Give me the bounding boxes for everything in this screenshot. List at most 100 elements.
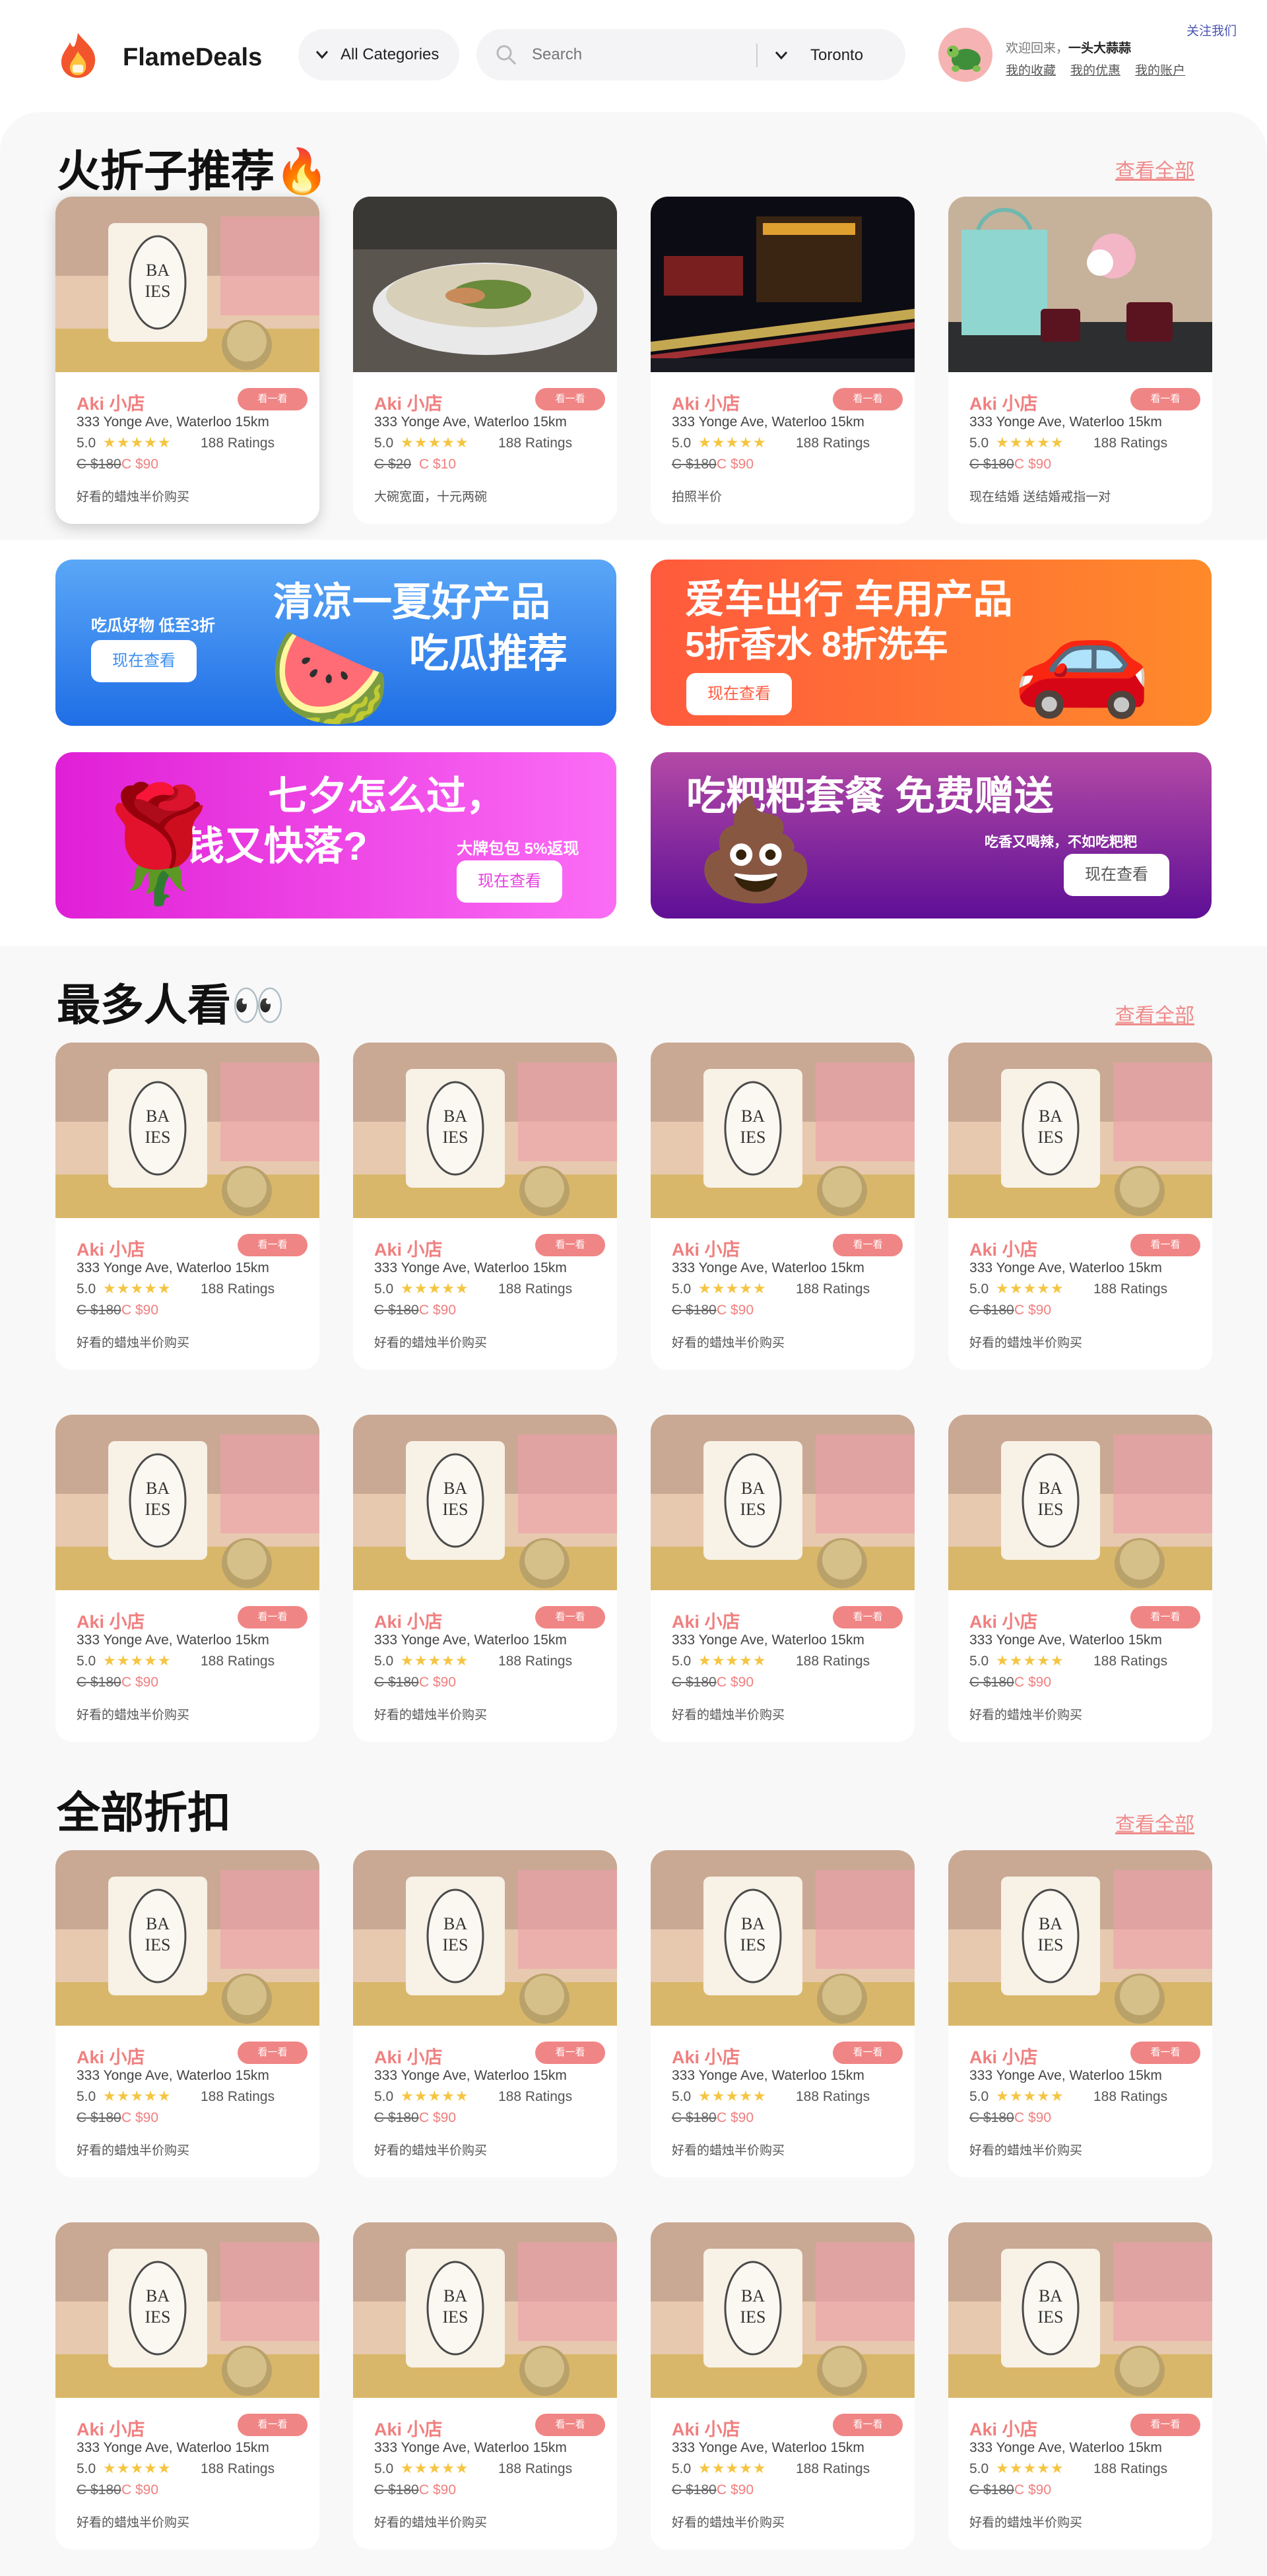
view-button[interactable]: 看一看 — [238, 1606, 308, 1628]
deal-card[interactable]: Aki 小店 看一看 333 Yonge Ave, Waterloo 15km 5.0… — [651, 197, 915, 524]
promo-headline-2: 吃瓜推荐 — [409, 631, 568, 676]
link-my-account[interactable]: 我的账户 — [1135, 61, 1185, 79]
store-name[interactable]: Aki 小店 — [77, 2043, 145, 2069]
search-input[interactable] — [532, 42, 750, 68]
site-header: FlameDeals All Categories Toronto 欢迎回来，一… — [0, 0, 1267, 112]
deal-image: BA IES — [948, 1850, 1212, 2026]
original-price: C $180 — [969, 2110, 1014, 2125]
all-deals-see-all-link[interactable]: 查看全部 — [1115, 1808, 1194, 1837]
location-select[interactable]: Toronto — [810, 46, 863, 65]
deal-card[interactable]: BA IES Aki 小店 看一看 333 Yonge Ave, Waterloo 15… — [55, 1850, 319, 2177]
promo-cta-button[interactable]: 现在查看 — [91, 640, 197, 682]
svg-text:BA: BA — [1039, 1107, 1062, 1126]
view-button[interactable]: 看一看 — [238, 388, 308, 410]
deal-description: 好看的蜡烛半价购买 — [77, 1336, 190, 1350]
store-name[interactable]: Aki 小店 — [374, 2415, 443, 2441]
view-button[interactable]: 看一看 — [833, 1606, 903, 1628]
view-button[interactable]: 看一看 — [535, 388, 605, 410]
original-price: C $180 — [672, 1675, 717, 1690]
store-name[interactable]: Aki 小店 — [672, 2043, 740, 2069]
svg-text:IES: IES — [740, 2307, 766, 2327]
view-button[interactable]: 看一看 — [535, 2042, 605, 2064]
deal-card[interactable]: BA IES Aki 小店 看一看 333 Yonge Ave, Waterloo 15… — [55, 1043, 319, 1370]
view-button[interactable]: 看一看 — [833, 1234, 903, 1256]
deal-image: BA IES — [353, 1850, 617, 2026]
view-button[interactable]: 看一看 — [1130, 388, 1200, 410]
view-button[interactable]: 看一看 — [535, 1234, 605, 1256]
promo-cta-button[interactable]: 现在查看 — [686, 673, 792, 715]
deal-card[interactable]: BA IES Aki 小店 看一看 333 Yonge Ave, Waterloo 15… — [55, 1415, 319, 1742]
deal-card[interactable]: BA IES Aki 小店 看一看 333 Yonge Ave, Waterloo 15… — [651, 1850, 915, 2177]
view-button[interactable]: 看一看 — [238, 2042, 308, 2064]
view-button[interactable]: 看一看 — [1130, 1234, 1200, 1256]
store-name[interactable]: Aki 小店 — [672, 389, 740, 415]
store-name[interactable]: Aki 小店 — [374, 1607, 443, 1633]
brand-name[interactable]: FlameDeals — [123, 44, 262, 72]
promo-poop[interactable]: 吃粑粑套餐 免费赠送 吃香又喝辣，不如吃粑粑 现在查看 💩 — [651, 752, 1212, 918]
turtle-icon — [947, 46, 981, 72]
deal-card[interactable]: BA IES Aki 小店 看一看 333 Yonge Ave, Waterloo 15… — [948, 2222, 1212, 2550]
promo-cta-button[interactable]: 现在查看 — [457, 860, 562, 903]
view-button[interactable]: 看一看 — [238, 1234, 308, 1256]
view-button[interactable]: 看一看 — [1130, 2414, 1200, 2436]
deal-card[interactable]: BA IES Aki 小店 看一看 333 Yonge Ave, Waterloo 15… — [651, 1415, 915, 1742]
rating-value: 5.0 — [77, 1654, 96, 1669]
deal-card[interactable]: BA IES Aki 小店 看一看 333 Yonge Ave, Waterloo 15… — [353, 2222, 617, 2550]
deal-card[interactable]: BA IES Aki 小店 看一看 333 Yonge Ave, Waterloo 15… — [651, 1043, 915, 1370]
promo-car[interactable]: 爱车出行 车用产品 5折香水 8折洗车 现在查看 🚗 — [651, 560, 1212, 726]
promo-watermelon[interactable]: 清凉一夏好产品 吃瓜推荐 吃瓜好物 低至3折 现在查看 🍉 — [55, 560, 616, 726]
view-button[interactable]: 看一看 — [833, 388, 903, 410]
store-name[interactable]: Aki 小店 — [969, 2043, 1038, 2069]
store-address: 333 Yonge Ave, Waterloo 15km — [77, 414, 269, 430]
deal-image: BA IES — [651, 2222, 915, 2398]
deal-image: BA IES — [948, 2222, 1212, 2398]
deal-card[interactable]: BA IES Aki 小店 看一看 333 Yonge Ave, Waterloo 15… — [353, 1415, 617, 1742]
deal-card[interactable]: BA IES Aki 小店 看一看 333 Yonge Ave, Waterloo 15… — [353, 1043, 617, 1370]
view-button[interactable]: 看一看 — [833, 2414, 903, 2436]
deal-card[interactable]: BA IES Aki 小店 看一看 333 Yonge Ave, Waterloo 15… — [55, 2222, 319, 2550]
featured-see-all-link[interactable]: 查看全部 — [1115, 154, 1194, 183]
avatar[interactable] — [938, 28, 992, 82]
chevron-down-icon[interactable] — [775, 46, 788, 65]
store-name[interactable]: Aki 小店 — [77, 1235, 145, 1261]
categories-dropdown[interactable]: All Categories — [298, 29, 459, 80]
store-name[interactable]: Aki 小店 — [672, 2415, 740, 2441]
store-name[interactable]: Aki 小店 — [374, 2043, 443, 2069]
link-my-deals[interactable]: 我的优惠 — [1070, 61, 1121, 79]
store-name[interactable]: Aki 小店 — [969, 1235, 1038, 1261]
popular-see-all-link[interactable]: 查看全部 — [1115, 999, 1194, 1028]
deal-card[interactable]: BA IES Aki 小店 看一看 333 Yonge Ave, Waterloo 15… — [948, 1415, 1212, 1742]
ratings-count: 188 Ratings — [796, 2089, 870, 2104]
promo-qixi[interactable]: 七夕怎么过， 省钱又快落? 大牌包包 5%返现 现在查看 🌹 — [55, 752, 616, 918]
store-name[interactable]: Aki 小店 — [969, 1607, 1038, 1633]
deal-card[interactable]: BA IES Aki 小店 看一看 333 Yonge Ave, Waterloo 15… — [948, 1043, 1212, 1370]
promo-cta-button[interactable]: 现在查看 — [1064, 854, 1169, 896]
view-button[interactable]: 看一看 — [1130, 1606, 1200, 1628]
store-name[interactable]: Aki 小店 — [672, 1607, 740, 1633]
link-favorites[interactable]: 我的收藏 — [1006, 61, 1056, 79]
view-button[interactable]: 看一看 — [833, 2042, 903, 2064]
deal-card[interactable]: Aki 小店 看一看 333 Yonge Ave, Waterloo 15km 5.0… — [353, 197, 617, 524]
deal-card[interactable]: Aki 小店 看一看 333 Yonge Ave, Waterloo 15km 5.0… — [948, 197, 1212, 524]
follow-us-link[interactable]: 关注我们 — [1186, 21, 1237, 39]
featured-title: 火折子推荐🔥 — [57, 146, 329, 197]
deal-card[interactable]: BA IES Aki 小店 看一看 333 Yonge Ave, Waterloo 15… — [948, 1850, 1212, 2177]
deal-card[interactable]: BA IES Aki 小店 看一看 333 Yonge Ave, Waterloo 15… — [55, 197, 319, 524]
sale-price: C $90 — [1014, 1303, 1052, 1318]
flame-logo-icon[interactable] — [58, 32, 99, 79]
deal-card[interactable]: BA IES Aki 小店 看一看 333 Yonge Ave, Waterloo 15… — [353, 1850, 617, 2177]
store-name[interactable]: Aki 小店 — [969, 389, 1038, 415]
store-name[interactable]: Aki 小店 — [77, 2415, 145, 2441]
view-button[interactable]: 看一看 — [535, 1606, 605, 1628]
store-name[interactable]: Aki 小店 — [77, 1607, 145, 1633]
deal-card[interactable]: BA IES Aki 小店 看一看 333 Yonge Ave, Waterloo 15… — [651, 2222, 915, 2550]
store-name[interactable]: Aki 小店 — [672, 1235, 740, 1261]
view-button[interactable]: 看一看 — [1130, 2042, 1200, 2064]
svg-text:BA: BA — [443, 1914, 467, 1933]
view-button[interactable]: 看一看 — [535, 2414, 605, 2436]
store-name[interactable]: Aki 小店 — [374, 389, 443, 415]
store-name[interactable]: Aki 小店 — [77, 389, 145, 415]
store-name[interactable]: Aki 小店 — [969, 2415, 1038, 2441]
view-button[interactable]: 看一看 — [238, 2414, 308, 2436]
store-name[interactable]: Aki 小店 — [374, 1235, 443, 1261]
